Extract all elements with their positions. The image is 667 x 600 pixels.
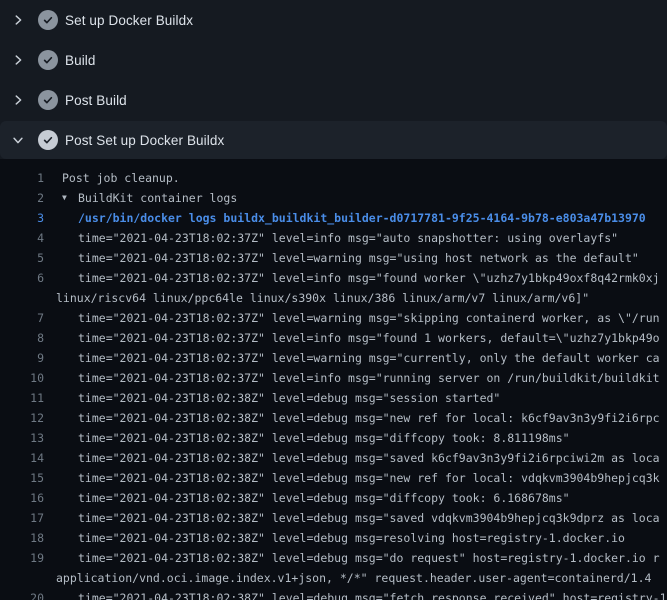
line-number[interactable]: 18 <box>0 528 44 548</box>
log-line-text: time="2021-04-23T18:02:37Z" level=info m… <box>78 268 660 288</box>
line-number[interactable]: 11 <box>0 388 44 408</box>
log-line-text: time="2021-04-23T18:02:37Z" level=info m… <box>78 228 618 248</box>
line-number[interactable]: 2 <box>0 188 44 208</box>
log-line: 20 time="2021-04-23T18:02:38Z" level=deb… <box>0 588 667 600</box>
log-line: 15 time="2021-04-23T18:02:38Z" level=deb… <box>0 468 667 488</box>
log-line-text: time="2021-04-23T18:02:37Z" level=warnin… <box>78 348 660 368</box>
check-circle-icon <box>38 50 58 70</box>
log-line-text: time="2021-04-23T18:02:37Z" level=warnin… <box>78 248 639 268</box>
log-line-text: time="2021-04-23T18:02:38Z" level=debug … <box>78 468 660 488</box>
log-line-text: time="2021-04-23T18:02:37Z" level=info m… <box>78 368 660 388</box>
log-line-text: linux/riscv64 linux/ppc64le linux/s390x … <box>56 288 589 308</box>
log-line-text: time="2021-04-23T18:02:38Z" level=debug … <box>78 588 667 600</box>
line-number[interactable]: 7 <box>0 308 44 328</box>
chevron-down-icon[interactable] <box>11 133 25 147</box>
log-line: 14 time="2021-04-23T18:02:38Z" level=deb… <box>0 448 667 468</box>
step-header-setup-docker-buildx[interactable]: Set up Docker Buildx <box>0 0 667 40</box>
log-line: 1 Post job cleanup. <box>0 168 667 188</box>
log-line: 13 time="2021-04-23T18:02:38Z" level=deb… <box>0 428 667 448</box>
line-number[interactable]: 8 <box>0 328 44 348</box>
step-label: Post Set up Docker Buildx <box>65 133 224 148</box>
line-number[interactable]: 1 <box>0 168 44 188</box>
line-number <box>0 568 44 588</box>
check-circle-icon <box>38 90 58 110</box>
step-label: Set up Docker Buildx <box>65 13 193 28</box>
chevron-right-icon[interactable] <box>11 93 25 107</box>
log-line: 19 time="2021-04-23T18:02:38Z" level=deb… <box>0 548 667 568</box>
log-line: 17 time="2021-04-23T18:02:38Z" level=deb… <box>0 508 667 528</box>
log-line-text: time="2021-04-23T18:02:38Z" level=debug … <box>78 428 570 448</box>
group-collapse-icon[interactable]: ▼ <box>62 188 73 208</box>
log-line-text: time="2021-04-23T18:02:38Z" level=debug … <box>78 548 660 568</box>
log-line-continuation: application/vnd.oci.image.index.v1+json,… <box>0 568 667 588</box>
log-line: 11 time="2021-04-23T18:02:38Z" level=deb… <box>0 388 667 408</box>
log-line: 16 time="2021-04-23T18:02:38Z" level=deb… <box>0 488 667 508</box>
log-line: 8 time="2021-04-23T18:02:37Z" level=info… <box>0 328 667 348</box>
chevron-right-icon[interactable] <box>11 13 25 27</box>
line-number[interactable]: 16 <box>0 488 44 508</box>
step-header-post-build[interactable]: Post Build <box>0 80 667 120</box>
chevron-right-icon[interactable] <box>11 53 25 67</box>
log-line: 9 time="2021-04-23T18:02:37Z" level=warn… <box>0 348 667 368</box>
line-number[interactable]: 14 <box>0 448 44 468</box>
line-number[interactable]: 17 <box>0 508 44 528</box>
log-group-header[interactable]: 2 ▼ BuildKit container logs <box>0 188 667 208</box>
line-number[interactable]: 4 <box>0 228 44 248</box>
log-line: 12 time="2021-04-23T18:02:38Z" level=deb… <box>0 408 667 428</box>
log-line: 10 time="2021-04-23T18:02:37Z" level=inf… <box>0 368 667 388</box>
steps-list: Set up Docker Buildx Build Post Build Po… <box>0 0 667 159</box>
line-number <box>0 288 44 308</box>
line-number[interactable]: 20 <box>0 588 44 600</box>
log-line-text: time="2021-04-23T18:02:38Z" level=debug … <box>78 388 500 408</box>
log-line: 4 time="2021-04-23T18:02:37Z" level=info… <box>0 228 667 248</box>
line-number[interactable]: 19 <box>0 548 44 568</box>
log-line-text: time="2021-04-23T18:02:38Z" level=debug … <box>78 528 625 548</box>
log-line-text: time="2021-04-23T18:02:37Z" level=warnin… <box>78 308 660 328</box>
log-line-text: time="2021-04-23T18:02:38Z" level=debug … <box>78 408 660 428</box>
step-label: Post Build <box>65 93 127 108</box>
log-line-text: time="2021-04-23T18:02:37Z" level=info m… <box>78 328 660 348</box>
step-label: Build <box>65 53 96 68</box>
log-line-continuation: linux/riscv64 linux/ppc64le linux/s390x … <box>0 288 667 308</box>
log-line-text: /usr/bin/docker logs buildx_buildkit_bui… <box>78 208 646 228</box>
line-number[interactable]: 3 <box>0 208 44 228</box>
step-header-post-setup-docker-buildx[interactable]: Post Set up Docker Buildx <box>0 121 667 159</box>
step-header-build[interactable]: Build <box>0 40 667 80</box>
log-viewer: 1 Post job cleanup. 2 ▼ BuildKit contain… <box>0 159 667 600</box>
line-number[interactable]: 5 <box>0 248 44 268</box>
log-line: 7 time="2021-04-23T18:02:37Z" level=warn… <box>0 308 667 328</box>
line-number[interactable]: 13 <box>0 428 44 448</box>
log-line: 5 time="2021-04-23T18:02:37Z" level=warn… <box>0 248 667 268</box>
line-number[interactable]: 6 <box>0 268 44 288</box>
log-group-title[interactable]: BuildKit container logs <box>78 188 237 208</box>
line-number[interactable]: 10 <box>0 368 44 388</box>
log-line-text: time="2021-04-23T18:02:38Z" level=debug … <box>78 508 660 528</box>
log-line: 6 time="2021-04-23T18:02:37Z" level=info… <box>0 268 667 288</box>
log-line-text: time="2021-04-23T18:02:38Z" level=debug … <box>78 448 660 468</box>
log-line-text: time="2021-04-23T18:02:38Z" level=debug … <box>78 488 570 508</box>
check-circle-icon <box>38 10 58 30</box>
log-line-text: Post job cleanup. <box>62 168 180 188</box>
log-line-text: application/vnd.oci.image.index.v1+json,… <box>56 568 651 588</box>
line-number[interactable]: 12 <box>0 408 44 428</box>
log-line: 18 time="2021-04-23T18:02:38Z" level=deb… <box>0 528 667 548</box>
check-circle-icon <box>38 130 58 150</box>
log-line-command: 3 /usr/bin/docker logs buildx_buildkit_b… <box>0 208 667 228</box>
line-number[interactable]: 9 <box>0 348 44 368</box>
line-number[interactable]: 15 <box>0 468 44 488</box>
